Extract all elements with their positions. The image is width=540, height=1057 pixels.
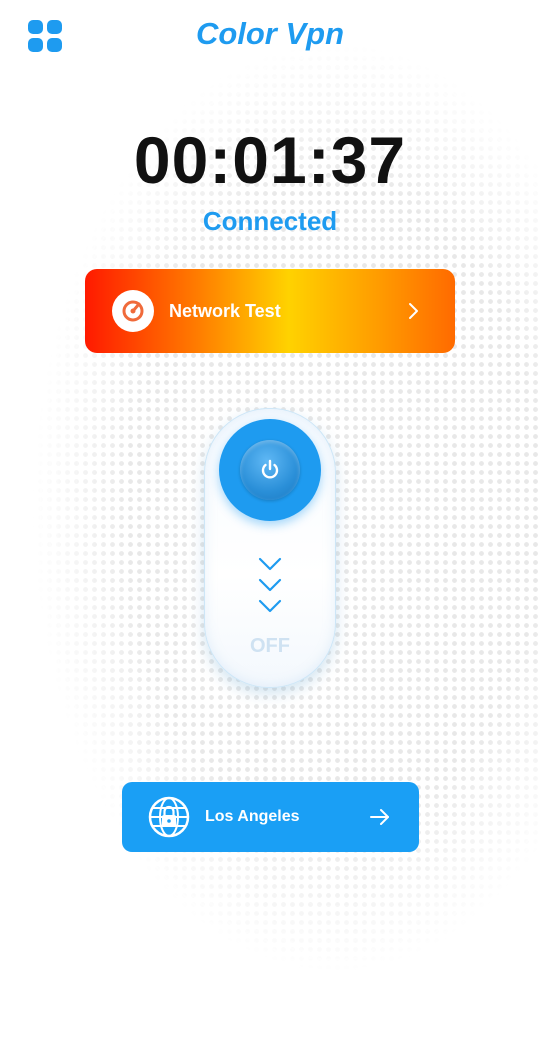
toggle-state-label: OFF (250, 635, 290, 657)
connection-timer: 00:01:37 (133, 123, 407, 197)
app-title: Color Vpn (195, 16, 345, 51)
power-button[interactable] (219, 419, 321, 521)
location-select-button[interactable]: Los Angeles (122, 782, 419, 852)
speedometer-icon (112, 290, 154, 332)
network-test-label: Network Test (169, 301, 281, 321)
globe-lock-icon (148, 796, 190, 838)
vpn-toggle[interactable]: OFF (204, 408, 336, 688)
connection-status: Connected (202, 206, 338, 236)
arrow-right-icon (370, 809, 389, 825)
chevrons-down-icon (258, 557, 282, 613)
network-test-button[interactable]: Network Test (85, 269, 455, 353)
location-label: Los Angeles (205, 808, 300, 825)
chevron-right-icon (409, 303, 418, 319)
power-icon (261, 459, 279, 479)
